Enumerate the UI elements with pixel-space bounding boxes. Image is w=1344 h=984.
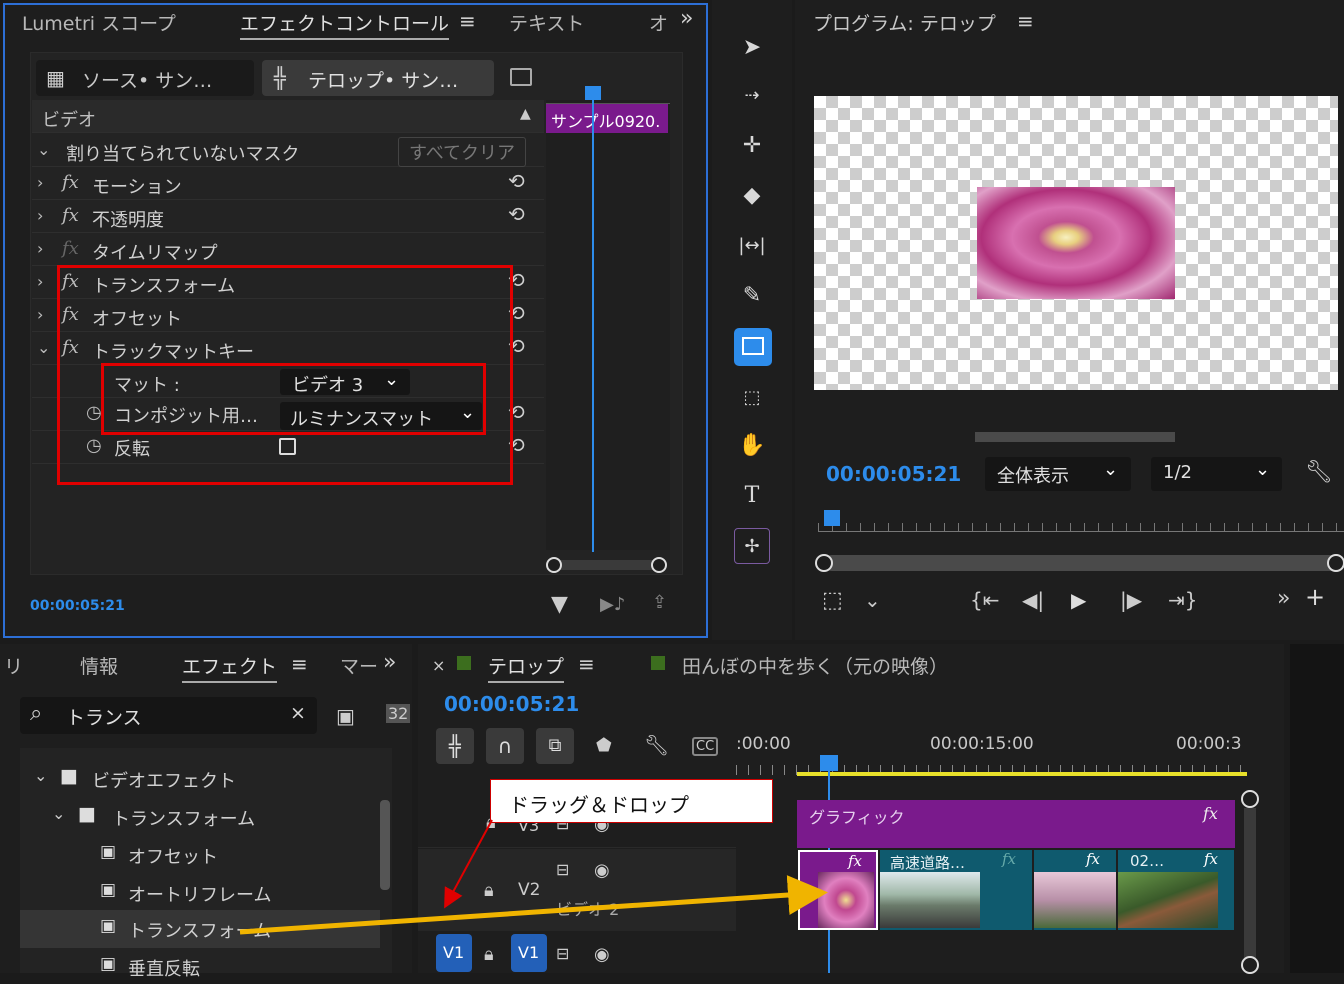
yellow-arrow: [239, 875, 828, 935]
red-arrow: [444, 819, 493, 909]
annotation-arrows: [239, 819, 828, 935]
